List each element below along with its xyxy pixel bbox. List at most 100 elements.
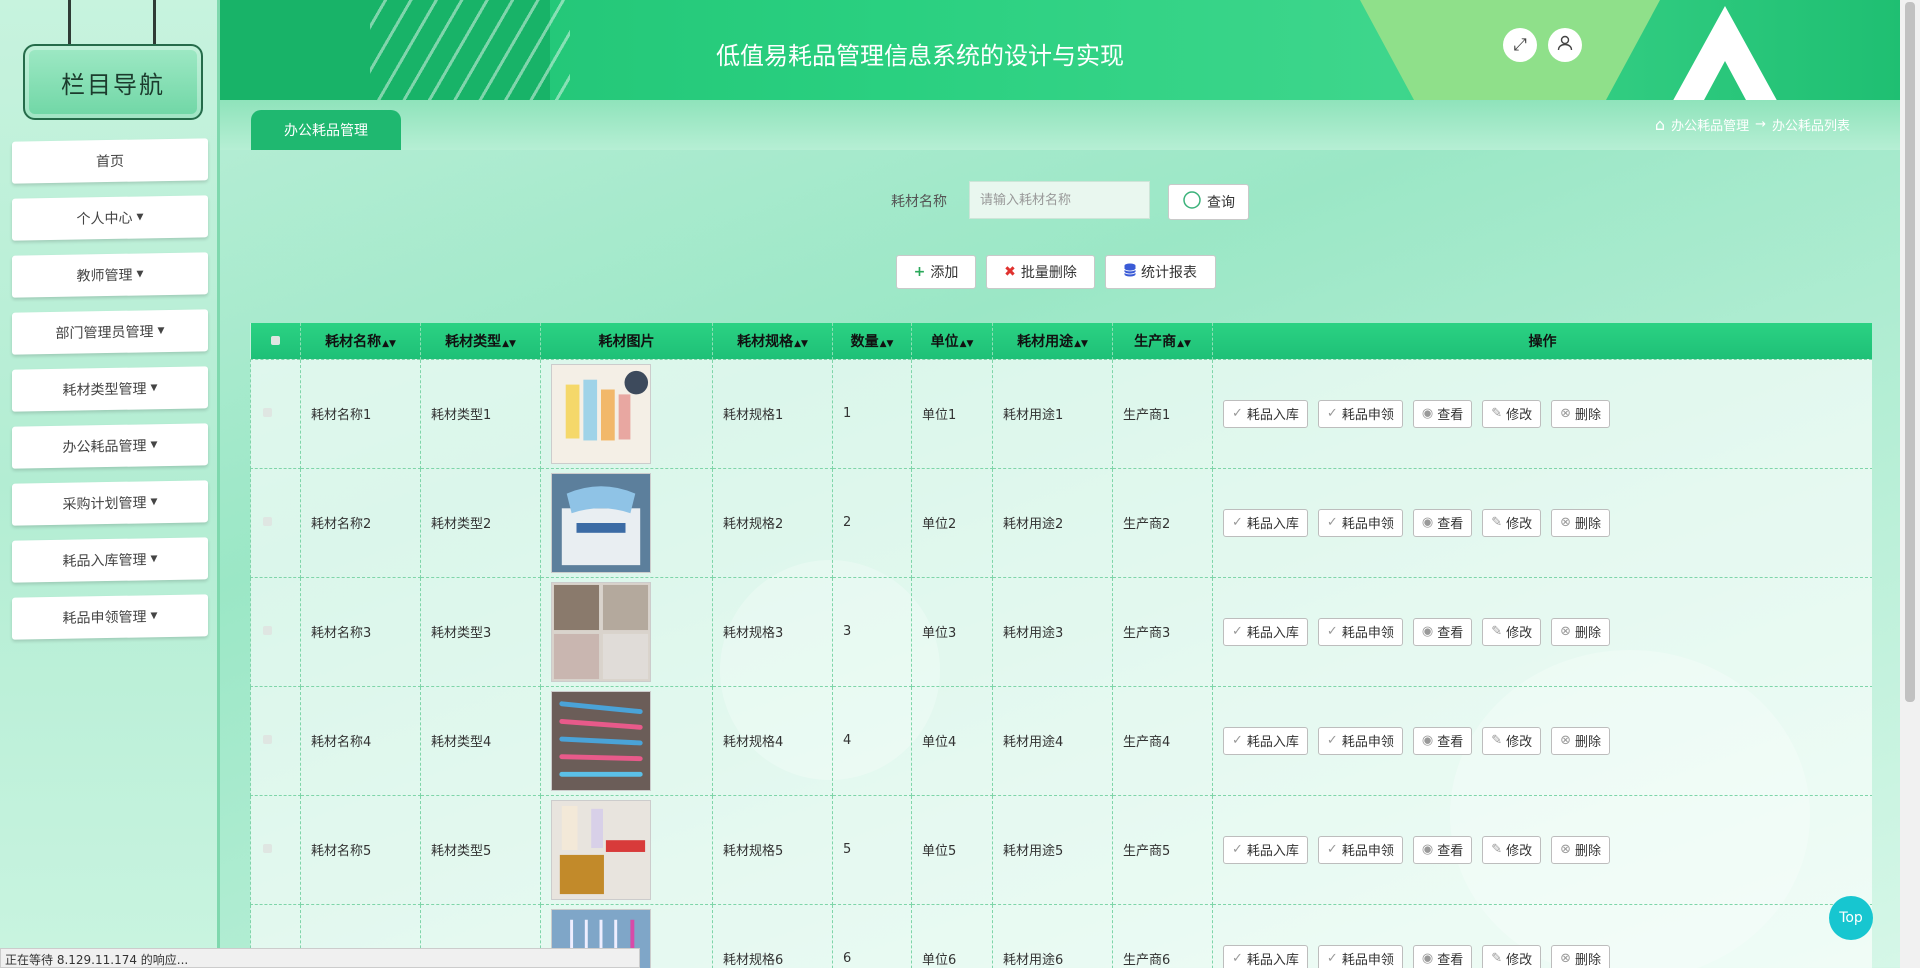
requisition-button[interactable]: ✓ 耗品申领: [1317, 944, 1403, 968]
view-button[interactable]: ◉ 查看: [1412, 726, 1473, 755]
view-button[interactable]: ◉ 查看: [1412, 508, 1473, 537]
tab-office-supplies[interactable]: 办公耗品管理: [251, 110, 401, 150]
sort-icon[interactable]: ▲▼: [382, 339, 396, 349]
view-button[interactable]: ◉ 查看: [1412, 399, 1473, 428]
row-checkbox[interactable]: [263, 408, 272, 417]
product-thumbnail[interactable]: [551, 472, 712, 573]
delete-button[interactable]: ⊗ 删除: [1551, 617, 1611, 646]
edit-button[interactable]: ✎ 修改: [1482, 399, 1542, 428]
stock-in-button[interactable]: ✓ 耗品入库: [1223, 399, 1308, 428]
edit-button[interactable]: ✎ 修改: [1482, 835, 1542, 864]
table-row: 耗材名称2 耗材类型2 耗材规格2 2 单位2 耗材用途2 生产商2 ✓ 耗品入库…: [250, 467, 1872, 578]
edit-button[interactable]: ✎ 修改: [1482, 508, 1542, 537]
product-thumbnail[interactable]: [551, 799, 712, 900]
sort-icon[interactable]: ▲▼: [794, 339, 808, 349]
cell-maker: 生产商3: [1112, 576, 1213, 687]
column-header-unit[interactable]: 单位▲▼: [911, 323, 993, 359]
row-select-cell[interactable]: [250, 576, 301, 687]
sort-icon[interactable]: ▲▼: [880, 339, 894, 349]
edit-button[interactable]: ✎ 修改: [1482, 944, 1542, 968]
select-all-header[interactable]: [250, 323, 301, 359]
view-button[interactable]: ◉ 查看: [1412, 617, 1473, 646]
stock-in-button[interactable]: ✓ 耗品入库: [1223, 508, 1308, 537]
sidebar-item-requisition-management[interactable]: 耗品申领管理 ▼: [12, 594, 208, 640]
sort-icon[interactable]: ▲▼: [502, 339, 516, 349]
product-thumbnail[interactable]: [551, 690, 712, 791]
delete-button[interactable]: ⊗ 删除: [1551, 399, 1611, 428]
row-checkbox[interactable]: [263, 735, 272, 744]
caret-down-icon: ▼: [136, 212, 144, 223]
back-to-top-button[interactable]: Top: [1829, 896, 1873, 940]
row-checkbox[interactable]: [263, 626, 272, 635]
home-icon[interactable]: ⌂: [1655, 115, 1665, 134]
column-header-name[interactable]: 耗材名称▲▼: [300, 323, 421, 359]
cell-unit: 单位3: [911, 576, 993, 687]
sidebar-item-material-type-management[interactable]: 耗材类型管理 ▼: [12, 366, 208, 412]
requisition-button[interactable]: ✓ 耗品申领: [1317, 399, 1403, 428]
delete-button[interactable]: ⊗ 删除: [1551, 726, 1611, 755]
batch-delete-button[interactable]: ✖ 批量删除: [986, 255, 1095, 289]
sidebar-item-home[interactable]: 首页: [12, 138, 208, 184]
requisition-button[interactable]: ✓ 耗品申领: [1317, 835, 1403, 864]
fullscreen-button[interactable]: ⤢: [1503, 28, 1537, 62]
sidebar-item-teacher-management[interactable]: 教师管理 ▼: [12, 252, 208, 298]
product-thumbnail[interactable]: [551, 363, 712, 464]
requisition-button[interactable]: ✓ 耗品申领: [1317, 508, 1403, 537]
add-button[interactable]: + 添加: [896, 255, 976, 289]
column-header-spec[interactable]: 耗材规格▲▼: [712, 323, 833, 359]
eye-icon: ◉: [1421, 842, 1434, 857]
user-button[interactable]: [1548, 28, 1582, 62]
delete-button[interactable]: ⊗ 删除: [1551, 508, 1611, 537]
column-header-maker[interactable]: 生产商▲▼: [1112, 323, 1213, 359]
edit-button[interactable]: ✎ 修改: [1482, 617, 1542, 646]
cell-unit: 单位2: [911, 467, 993, 578]
row-select-cell[interactable]: [250, 358, 301, 469]
sidebar-item-dept-admin-management[interactable]: 部门管理员管理 ▼: [12, 309, 208, 355]
cell-unit: 单位5: [911, 794, 993, 905]
sidebar-item-purchase-plan-management[interactable]: 采购计划管理 ▼: [12, 480, 208, 526]
column-header-use[interactable]: 耗材用途▲▼: [992, 323, 1113, 359]
row-checkbox[interactable]: [263, 844, 272, 853]
edit-button[interactable]: ✎ 修改: [1482, 726, 1542, 755]
requisition-button[interactable]: ✓ 耗品申领: [1317, 726, 1403, 755]
row-actions: ✓ 耗品入库 ✓ 耗品申领 ◉ 查看 ✎ 修改 ⊗ 删除: [1223, 835, 1872, 864]
breadcrumb-parent[interactable]: 办公耗品管理: [1671, 115, 1749, 134]
search-input[interactable]: [969, 181, 1150, 219]
table-row: 耗材名称5 耗材类型5 耗材规格5 5 单位5 耗材用途5 生产商5 ✓ 耗品入库…: [250, 794, 1872, 905]
product-thumbnail[interactable]: [551, 581, 712, 682]
column-header-quantity[interactable]: 数量▲▼: [832, 323, 912, 359]
row-select-cell[interactable]: [250, 794, 301, 905]
cell-name: 耗材名称5: [300, 794, 421, 905]
sort-icon[interactable]: ▲▼: [960, 339, 974, 349]
view-button[interactable]: ◉ 查看: [1412, 944, 1473, 968]
sidebar-item-personal-center[interactable]: 个人中心 ▼: [12, 195, 208, 241]
stock-in-button[interactable]: ✓ 耗品入库: [1223, 726, 1308, 755]
stock-in-button[interactable]: ✓ 耗品入库: [1223, 617, 1308, 646]
requisition-button[interactable]: ✓ 耗品申领: [1317, 617, 1403, 646]
cell-maker: 生产商2: [1112, 467, 1213, 578]
stock-in-button[interactable]: ✓ 耗品入库: [1223, 835, 1308, 864]
view-button[interactable]: ◉ 查看: [1412, 835, 1473, 864]
search-button[interactable]: 查询: [1168, 184, 1249, 220]
sidebar-item-label: 教师管理: [76, 267, 133, 285]
statistics-report-button[interactable]: 统计报表: [1105, 255, 1216, 289]
sidebar-item-office-supplies-management[interactable]: 办公耗品管理 ▼: [12, 423, 208, 469]
scrollbar-thumb[interactable]: [1905, 2, 1915, 702]
sidebar-item-stock-in-management[interactable]: 耗品入库管理 ▼: [12, 537, 208, 583]
x-circle-icon: ⊗: [1560, 406, 1572, 421]
cell-spec: 耗材规格3: [712, 576, 833, 687]
stock-in-button[interactable]: ✓ 耗品入库: [1223, 944, 1308, 968]
delete-button[interactable]: ⊗ 删除: [1551, 944, 1611, 968]
delete-button[interactable]: ⊗ 删除: [1551, 835, 1611, 864]
sort-icon[interactable]: ▲▼: [1177, 339, 1191, 349]
column-header-type[interactable]: 耗材类型▲▼: [420, 323, 541, 359]
cell-operations: ✓ 耗品入库 ✓ 耗品申领 ◉ 查看 ✎ 修改 ⊗ 删除: [1212, 794, 1872, 905]
sort-icon[interactable]: ▲▼: [1074, 339, 1088, 349]
page-scrollbar[interactable]: [1900, 0, 1920, 968]
column-header-operations: 操作: [1212, 323, 1872, 359]
row-checkbox[interactable]: [263, 517, 272, 526]
row-select-cell[interactable]: [250, 685, 301, 796]
row-select-cell[interactable]: [250, 467, 301, 578]
batch-delete-label: 批量删除: [1020, 265, 1077, 281]
select-all-checkbox[interactable]: [270, 335, 280, 345]
